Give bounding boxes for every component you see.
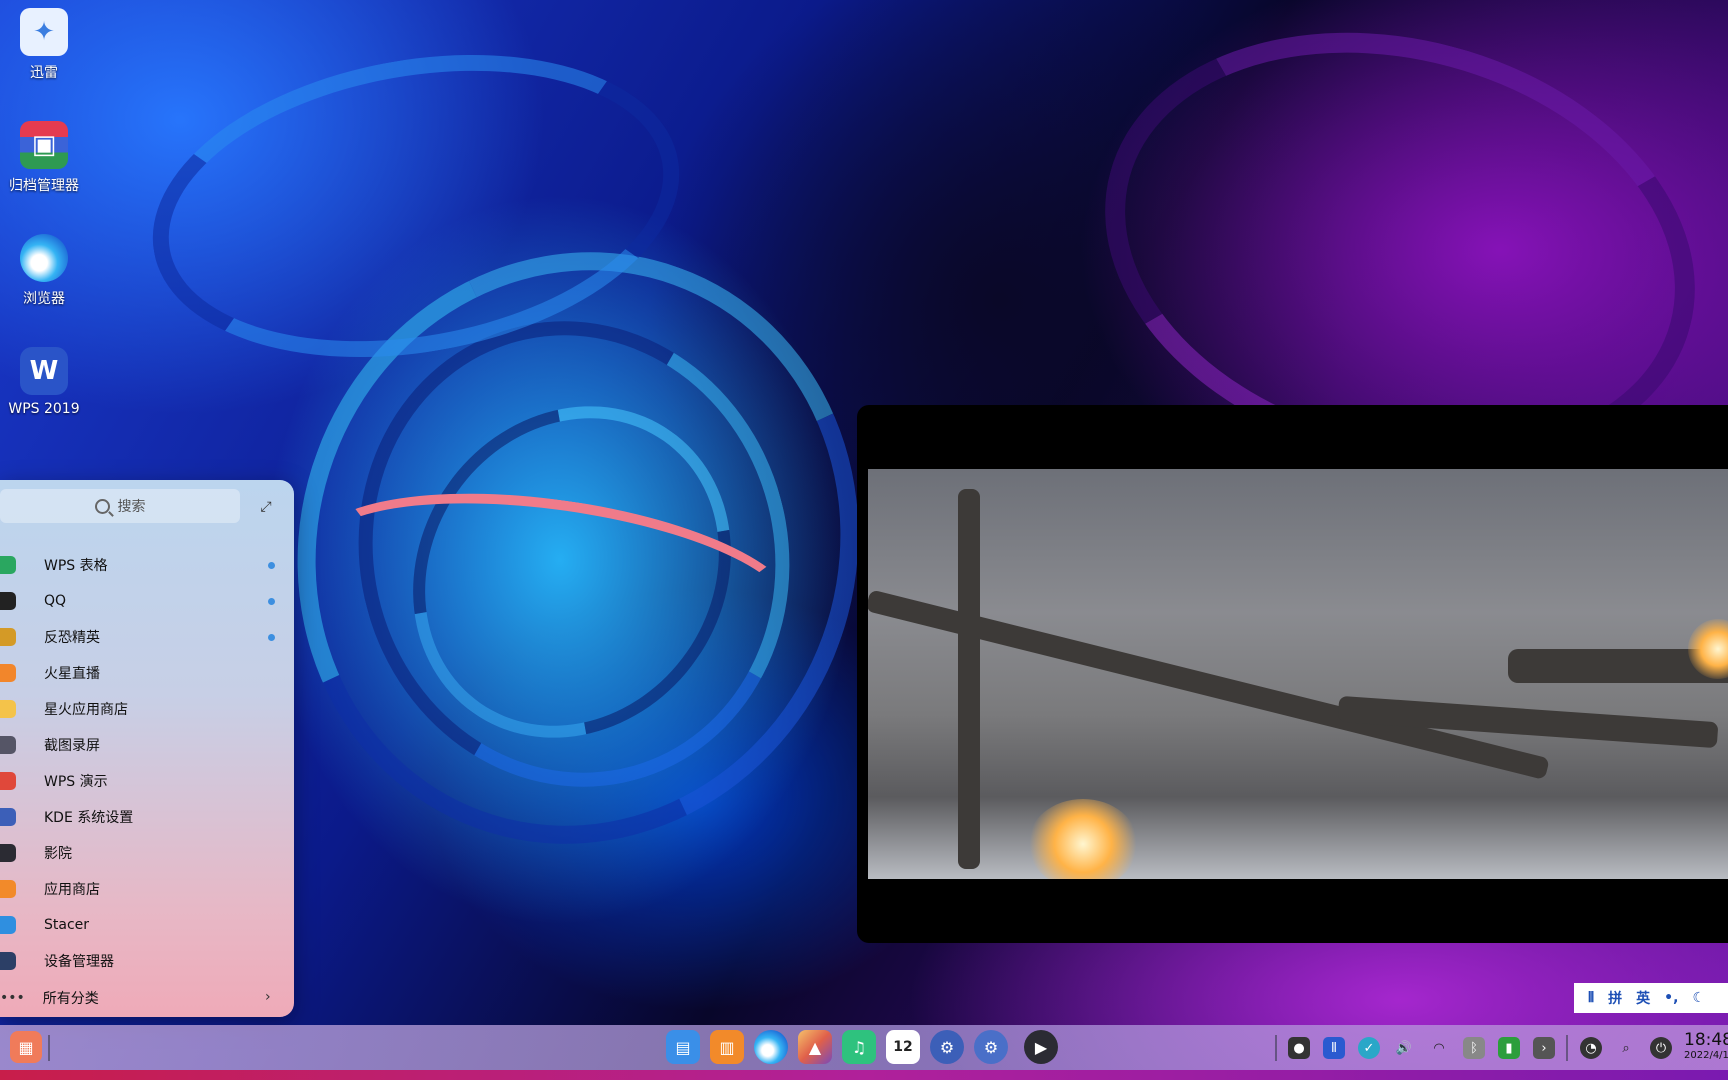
all-categories-button[interactable]: ••• 所有分类 › [0, 980, 294, 1016]
launcher-item-stacer[interactable]: Stacer [0, 908, 294, 942]
launcher-item-label: KDE 系统设置 [44, 810, 134, 826]
launcher-item-label: 影院 [44, 846, 72, 862]
archive-icon: ▣ [20, 121, 68, 169]
calendar-day: 12 [893, 1039, 913, 1055]
launcher-item-movie[interactable]: 影院 [0, 836, 294, 870]
all-categories-label: 所有分类 [42, 991, 99, 1007]
launcher-item-app-store[interactable]: 应用商店 [0, 872, 294, 906]
new-app-dot [268, 562, 275, 569]
file-manager-icon[interactable]: ▤ [666, 1030, 700, 1064]
app-store-dock-icon[interactable]: ▥ [710, 1030, 744, 1064]
app-store-icon [0, 880, 16, 898]
launcher-item-label: 应用商店 [44, 882, 100, 898]
desktop-icon-browser[interactable]: 浏览器 [0, 226, 88, 308]
spark-store-icon [0, 700, 16, 718]
browser-icon [20, 234, 68, 282]
gear-icon [0, 808, 16, 826]
moon-icon[interactable]: ☾ [1692, 990, 1705, 1006]
search-icon[interactable]: ⌕ [1615, 1037, 1637, 1059]
desktop-icon-label: 归档管理器 [9, 178, 79, 194]
wps-icon: W [20, 347, 68, 395]
browser-dock-icon[interactable] [754, 1030, 788, 1064]
launcher-item-mars-live[interactable]: 火星直播 [0, 656, 294, 690]
check-shield-icon[interactable]: ✓ [1358, 1037, 1380, 1059]
more-dots-icon: ••• [0, 990, 25, 1006]
counter-strike-icon [0, 628, 16, 646]
volume-icon[interactable]: 🔊 [1393, 1037, 1415, 1059]
chevron-right-icon: › [265, 989, 271, 1005]
launcher-item-label: WPS 表格 [44, 558, 108, 574]
launcher-item-kde-settings[interactable]: KDE 系统设置 [0, 800, 294, 834]
search-input[interactable]: 搜索 [0, 489, 240, 523]
launcher-button[interactable]: ▦ [10, 1031, 42, 1063]
launcher-item-label: WPS 演示 [44, 774, 108, 790]
desktop-icon-label: 迅雷 [30, 65, 58, 81]
launcher-item-label: Stacer [44, 917, 90, 933]
input-method-bar[interactable]: ⦀ 拼 英 •, ☾ [1574, 983, 1728, 1013]
voice-input-icon[interactable]: ⦀ [1588, 990, 1594, 1006]
chevron-right-icon[interactable]: › [1533, 1037, 1555, 1059]
clock[interactable]: 18:48 2022/4/1 [1684, 1030, 1728, 1061]
ime-english-toggle[interactable]: 英 [1636, 988, 1650, 1008]
bluetooth-icon[interactable]: ᛒ [1463, 1037, 1485, 1059]
stacer-icon [0, 916, 16, 934]
ime-tray-icon[interactable]: ⦀ [1323, 1037, 1345, 1059]
mars-live-icon [0, 664, 16, 682]
desktop-icon-wps[interactable]: W WPS 2019 [0, 339, 88, 417]
kde-settings-gear-icon[interactable]: ⚙ [974, 1030, 1008, 1064]
launcher-item-label: 反恐精英 [44, 630, 100, 646]
device-manager-icon [0, 952, 16, 970]
qq-icon [0, 592, 16, 610]
desktop-icon-thunder[interactable]: ✦ 迅雷 [0, 0, 88, 82]
wps-presentation-icon [0, 772, 16, 790]
wps-sheets-icon [0, 556, 16, 574]
launcher-item-device-manager[interactable]: 设备管理器 [0, 944, 294, 978]
wifi-icon[interactable]: ◠ [1428, 1037, 1450, 1059]
search-icon [94, 498, 110, 514]
desktop-icon-label: 浏览器 [23, 291, 65, 307]
launcher-item-label: 星火应用商店 [44, 702, 128, 718]
music-icon[interactable]: ♫ [842, 1030, 876, 1064]
power-icon[interactable]: ⏻ [1650, 1037, 1672, 1059]
ime-pinyin-toggle[interactable]: 拼 [1608, 988, 1622, 1008]
thunder-bird-icon: ✦ [20, 8, 68, 56]
image-viewer-icon[interactable]: ▲ [798, 1030, 832, 1064]
system-monitor-icon[interactable]: ◔ [1580, 1037, 1602, 1059]
clock-date: 2022/4/1 [1684, 1050, 1728, 1061]
launcher-item-qq[interactable]: QQ [0, 584, 294, 618]
settings-gear-icon[interactable]: ⚙ [930, 1030, 964, 1064]
ime-punctuation-toggle[interactable]: •, [1664, 990, 1678, 1006]
movie-player-icon [0, 844, 16, 862]
launcher-item-spark-store[interactable]: 星火应用商店 [0, 692, 294, 726]
clock-time: 18:48 [1684, 1030, 1728, 1050]
launcher-item-wps-presentation[interactable]: WPS 演示 [0, 764, 294, 798]
screen-record-icon[interactable]: ● [1288, 1037, 1310, 1059]
movie-player-dock-icon[interactable]: ▶ [1024, 1030, 1058, 1064]
fullscreen-expand-icon[interactable]: ⤢ [257, 498, 275, 516]
video-frame [868, 469, 1728, 879]
launcher-item-counter-strike[interactable]: 反恐精英 [0, 620, 294, 654]
taskbar: ▦ ▤ ▥ ▲ ♫ 12 ⚙ ⚙ ▶ ● ⦀ ✓ 🔊 ◠ ᛒ ▮ › ◔ ⌕ ⏻… [0, 1025, 1728, 1070]
camera-icon [0, 736, 16, 754]
desktop-icon-label: WPS 2019 [8, 401, 80, 417]
new-app-dot [268, 634, 275, 641]
search-placeholder: 搜索 [117, 499, 146, 515]
launcher-item-label: QQ [44, 593, 67, 609]
taskbar-accent-strip [0, 1070, 1728, 1080]
launcher-item-label: 截图录屏 [44, 738, 100, 754]
launcher-item-label: 设备管理器 [44, 954, 114, 970]
launcher-item-label: 火星直播 [44, 666, 100, 682]
calendar-icon[interactable]: 12 [886, 1030, 920, 1064]
launcher-item-wps-sheets[interactable]: WPS 表格 [0, 548, 294, 582]
app-launcher-menu: 搜索 ⤢ WPS 表格 QQ 反恐精英 火星直播 星火应用商店 截图录屏 WPS… [0, 480, 294, 1017]
desktop-icon-archive[interactable]: ▣ 归档管理器 [0, 113, 88, 195]
new-app-dot [268, 598, 275, 605]
battery-icon[interactable]: ▮ [1498, 1037, 1520, 1059]
video-player-window[interactable] [857, 405, 1728, 943]
launcher-item-screenshot[interactable]: 截图录屏 [0, 728, 294, 762]
